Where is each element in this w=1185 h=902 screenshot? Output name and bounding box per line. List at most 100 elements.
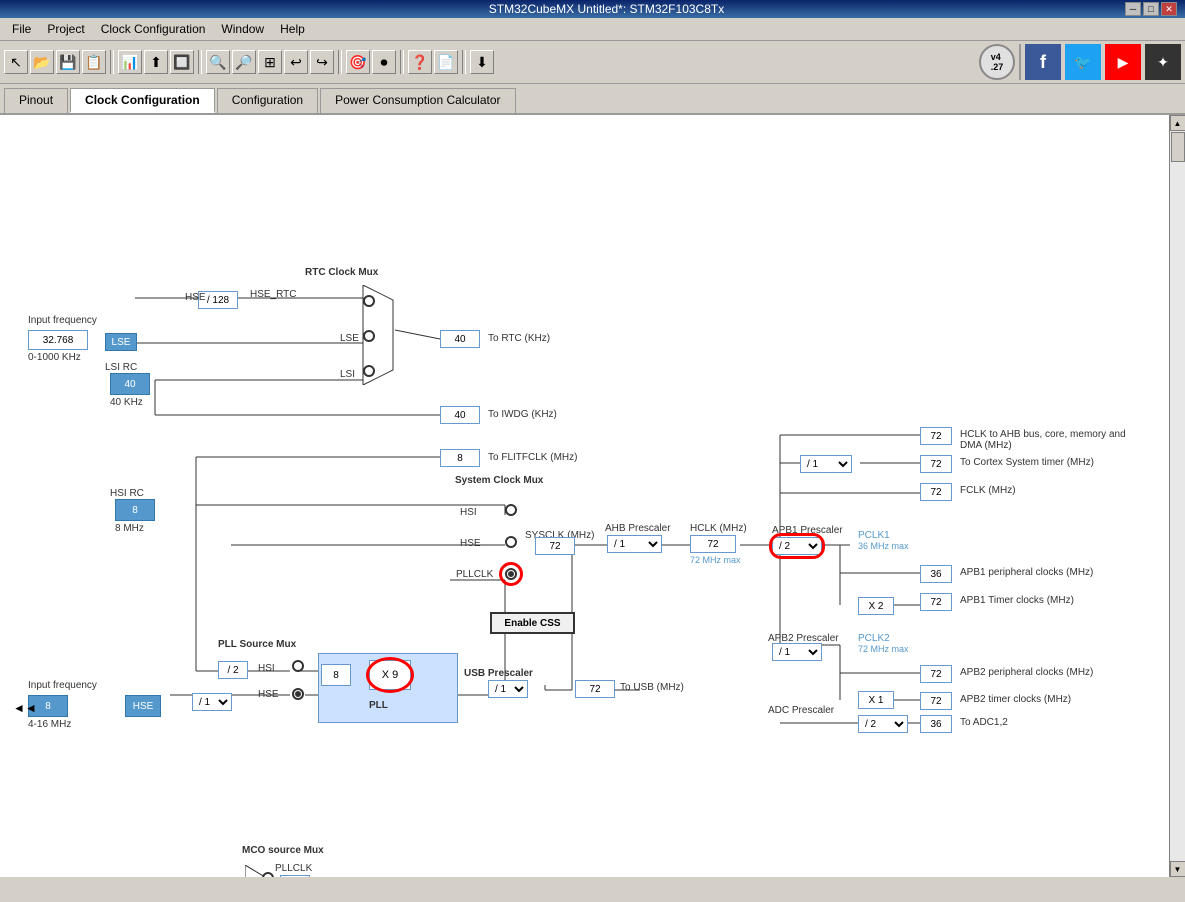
restore-button[interactable]: □ [1143,2,1159,16]
toolbar-zoom-in[interactable]: 🔍 [206,50,230,74]
usb-prescaler-select[interactable]: / 1 [488,680,528,698]
scroll-up-arrow[interactable]: ▲ [1170,115,1185,131]
toolbar-undo[interactable]: ↩ [284,50,308,74]
toolbar-download[interactable]: ⬇ [470,50,494,74]
apb1-prescaler-red-ring [769,533,825,559]
tab-clock-config[interactable]: Clock Configuration [70,88,215,113]
to-rtc-box[interactable]: 40 [440,330,480,348]
hse-pll-label: HSE [258,689,279,700]
mco-radio-pllclk[interactable] [262,872,274,877]
apb2-timer-val[interactable]: 72 [920,692,952,710]
adc-prescaler-label: ADC Prescaler [768,705,834,716]
pllclk-mco-label: PLLCLK [275,863,312,874]
ahb-prescaler-select[interactable]: / 1 [607,535,662,553]
apb1-timer-val[interactable]: 72 [920,593,952,611]
toolbar-record[interactable]: ⏺ [372,50,396,74]
close-button[interactable]: ✕ [1161,2,1177,16]
to-rtc-label: To RTC (KHz) [488,333,550,344]
twitter-icon[interactable]: 🐦 [1065,44,1101,80]
usb-val-box[interactable]: 72 [575,680,615,698]
hclk-mhz-label: HCLK (MHz) [690,523,747,534]
pll-radio-red-ring [499,562,523,586]
toolbar-cursor[interactable]: ↖ [4,50,28,74]
apb2-periph-val[interactable]: 72 [920,665,952,683]
tab-configuration[interactable]: Configuration [217,88,318,113]
apb2-prescaler-select[interactable]: / 1 [772,643,822,661]
pll-src-radio-hse[interactable] [292,688,304,700]
toolbar-zoom-out[interactable]: 🔎 [232,50,256,74]
minimize-button[interactable]: ─ [1125,2,1141,16]
scroll-thumb[interactable] [1171,132,1185,162]
toolbar: ↖ 📂 💾 📋 📊 ⬆ 🔲 🔍 🔎 ⊞ ↩ ↪ 🎯 ⏺ ❓ 📄 ⬇ v4.27 … [0,41,1185,84]
rtc-clock-mux-label: RTC Clock Mux [305,267,378,278]
to-flitf-box[interactable]: 8 [440,449,480,467]
pclk1-max-label: 36 MHz max [858,541,909,551]
toolbar-zoom-fit[interactable]: ⊞ [258,50,282,74]
clock-diagram: Input frequency 32.768 0-1000 KHz LSE LS… [0,115,1150,865]
sys-mux-radio-hse[interactable] [505,536,517,548]
hse-sys-label: HSE [460,538,481,549]
sep4 [400,50,404,74]
adc-val-box[interactable]: 36 [920,715,952,733]
mco-source-mux-label: MCO source Mux [242,845,324,856]
hsi-pll-label: HSI [258,663,275,674]
facebook-icon[interactable]: f [1025,44,1061,80]
version-badge: v4.27 [979,44,1015,80]
x9-red-ring [366,657,414,693]
menu-window[interactable]: Window [213,20,272,38]
toolbar-redo[interactable]: ↪ [310,50,334,74]
lse-mux-label: LSE [340,333,359,344]
pll-src-radio-hsi[interactable] [292,660,304,672]
scroll-track[interactable] [1170,131,1185,861]
menu-clock-config[interactable]: Clock Configuration [93,20,214,38]
toolbar-chip[interactable]: 🔲 [170,50,194,74]
sys-clock-mux-label: System Clock Mux [455,475,543,486]
rtc-mux-radio-lsi[interactable] [363,365,375,377]
toolbar-save2[interactable]: 📋 [82,50,106,74]
youtube-icon[interactable]: ▶ [1105,44,1141,80]
to-flitf-label: To FLITFCLK (MHz) [488,452,577,463]
menu-help[interactable]: Help [272,20,313,38]
hse-div1-select[interactable]: / 1 [192,693,232,711]
sysclk-val-box[interactable]: 72 [535,537,575,555]
to-iwdg-box[interactable]: 40 [440,406,480,424]
rtc-mux-radio-lse[interactable] [363,330,375,342]
hclk-val-box[interactable]: 72 [690,535,736,553]
lse-freq-box[interactable]: 32.768 [28,330,88,350]
apb1-periph-val[interactable]: 36 [920,565,952,583]
toolbar-chart[interactable]: 📊 [118,50,142,74]
cortex-timer-val[interactable]: 72 [920,455,952,473]
ahb-prescaler-label: AHB Prescaler [605,523,671,534]
toolbar-save[interactable]: 💾 [56,50,80,74]
rtc-mux-radio-hse[interactable] [363,295,375,307]
tab-power-calc[interactable]: Power Consumption Calculator [320,88,515,113]
fclk-val[interactable]: 72 [920,483,952,501]
menu-bar: File Project Clock Configuration Window … [0,18,1185,41]
window-controls[interactable]: ─ □ ✕ [1125,2,1177,16]
toolbar-up[interactable]: ⬆ [144,50,168,74]
hse-arrows: ◄◄ [13,701,37,715]
menu-file[interactable]: File [4,20,39,38]
hsi-rc-unit: 8 MHz [115,523,144,534]
toolbar-docs[interactable]: 📄 [434,50,458,74]
scroll-down-arrow[interactable]: ▼ [1170,861,1185,877]
cortex-div1-select[interactable]: / 1 [800,455,852,473]
usb-prescaler-label: USB Prescaler [464,668,533,679]
pclk2-label: PCLK2 [858,633,890,644]
adc-prescaler-select[interactable]: / 2 [858,715,908,733]
star-icon[interactable]: ✦ [1145,44,1181,80]
lsi-rc-unit: 40 KHz [110,397,143,408]
apb1-timer-label: APB1 Timer clocks (MHz) [960,595,1074,606]
hclk-max-label: 72 MHz max [690,555,741,565]
menu-project[interactable]: Project [39,20,92,38]
pll-text-label: PLL [369,700,388,711]
enable-css-button[interactable]: Enable CSS [490,612,575,634]
tab-pinout[interactable]: Pinout [4,88,68,113]
hclk-ahb-val[interactable]: 72 [920,427,952,445]
apb1-periph-label: APB1 peripheral clocks (MHz) [960,567,1093,578]
vertical-scrollbar[interactable]: ▲ ▼ [1169,115,1185,877]
toolbar-open[interactable]: 📂 [30,50,54,74]
toolbar-target[interactable]: 🎯 [346,50,370,74]
toolbar-help[interactable]: ❓ [408,50,432,74]
sys-mux-radio-hsi[interactable] [505,504,517,516]
